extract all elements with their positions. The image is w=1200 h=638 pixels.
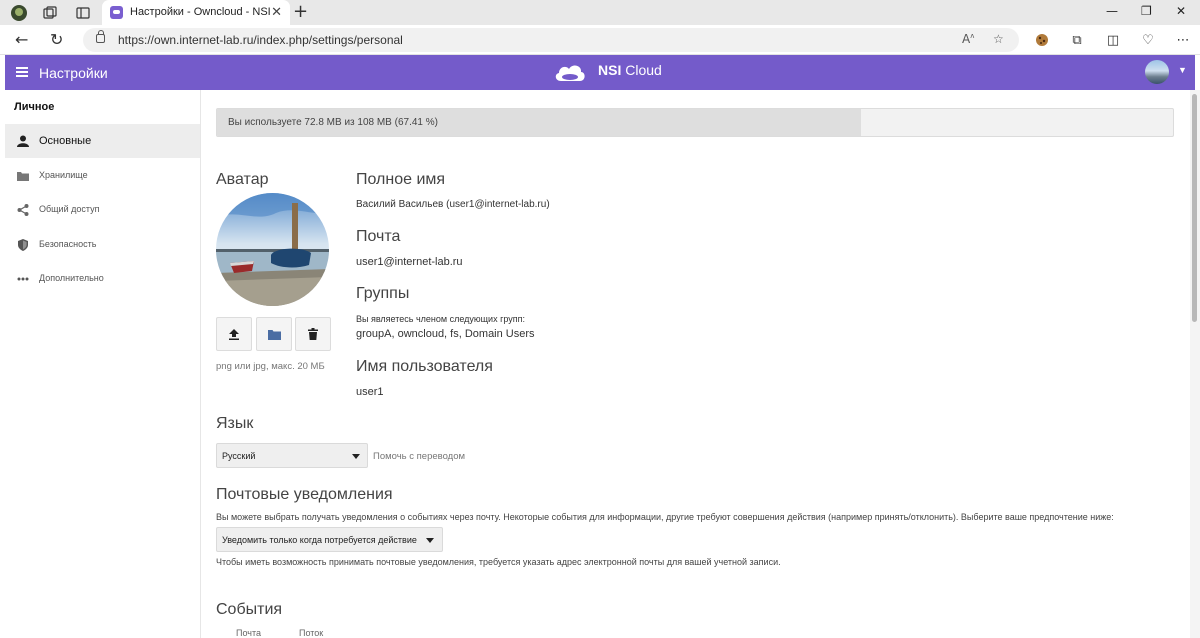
minimize-button[interactable]: — <box>1106 4 1118 18</box>
hamburger-icon[interactable] <box>16 67 28 77</box>
trash-icon <box>308 328 318 340</box>
quota-text: Вы используете 72.8 MB из 108 MB (67.41 … <box>228 117 438 128</box>
upload-icon <box>229 329 239 340</box>
remove-avatar-button[interactable] <box>295 317 331 351</box>
fullname-heading: Полное имя <box>356 171 446 188</box>
sidebar-heading: Личное <box>14 101 55 113</box>
lock-icon <box>96 30 105 43</box>
sidebar-item-label: Безопасность <box>39 239 97 249</box>
reload-button[interactable]: ↻ <box>50 30 63 49</box>
more-icon <box>17 273 29 285</box>
shield-icon <box>17 239 29 251</box>
cloud-logo-icon <box>555 65 585 81</box>
profile-icon[interactable] <box>9 3 29 23</box>
quota-bar: Вы используете 72.8 MB из 108 MB (67.41 … <box>216 108 1174 137</box>
notifications-footnote: Чтобы иметь возможность принимать почтов… <box>216 557 781 567</box>
upload-avatar-button[interactable] <box>216 317 252 351</box>
read-aloud-icon[interactable]: Aʌ <box>962 32 974 46</box>
avatar-hint: png или jpg, макс. 20 МБ <box>216 361 325 372</box>
username-value: user1 <box>356 386 384 398</box>
sidebar-item-label: Основные <box>39 135 92 147</box>
user-avatar[interactable] <box>1145 60 1169 84</box>
help-translate-link[interactable]: Помочь с переводом <box>373 451 465 462</box>
groups-value: groupA, owncloud, fs, Domain Users <box>356 328 535 340</box>
close-tab-icon[interactable]: ✕ <box>271 4 282 20</box>
chevron-down-icon <box>426 538 434 543</box>
page-scrollbar[interactable] <box>1190 90 1200 638</box>
sidebar-item-additional[interactable]: Дополнительно <box>5 262 200 296</box>
browser-tab-bar: Настройки - Owncloud - NSI ✕ + — ❐ ✕ <box>0 0 1200 25</box>
share-icon <box>17 204 29 216</box>
email-heading: Почта <box>356 228 401 245</box>
owncloud-favicon-icon <box>110 6 123 19</box>
sidebar-item-label: Дополнительно <box>39 273 104 283</box>
avatar-heading: Аватар <box>216 171 269 188</box>
favorite-star-icon[interactable]: ☆ <box>993 32 1004 46</box>
events-column-mail: Почта <box>236 628 261 638</box>
cookie-extension-icon[interactable] <box>1034 32 1050 48</box>
notifications-heading: Почтовые уведомления <box>216 486 393 503</box>
groups-intro: Вы являетесь членом следующих групп: <box>356 314 526 324</box>
browser-menu-icon[interactable]: ⋯ <box>1175 32 1191 48</box>
settings-sidebar: Личное Основные Хранилище Общий доступ Б… <box>5 90 201 638</box>
url-field[interactable]: https://own.internet-lab.ru/index.php/se… <box>83 28 1019 52</box>
language-select[interactable]: Русский <box>216 443 368 468</box>
tab-title: Настройки - Owncloud - NSI <box>130 6 271 18</box>
sidebar-item-security[interactable]: Безопасность <box>5 228 200 262</box>
app-header: Настройки NSI Cloud ▼ <box>5 55 1195 90</box>
groups-heading: Группы <box>356 285 410 302</box>
notifications-select[interactable]: Уведомить только когда потребуется дейст… <box>216 527 443 552</box>
notifications-description: Вы можете выбрать получать уведомления о… <box>216 512 1114 522</box>
sidebar-item-label: Общий доступ <box>39 204 100 214</box>
back-button[interactable]: ← <box>15 30 28 49</box>
events-column-stream: Поток <box>299 628 324 638</box>
tab-settings[interactable]: Настройки - Owncloud - NSI ✕ <box>102 0 290 25</box>
sidebar-item-label: Хранилище <box>39 170 88 180</box>
folder-icon <box>17 170 29 182</box>
tab-actions-icon[interactable] <box>73 3 93 23</box>
url-text: https://own.internet-lab.ru/index.php/se… <box>118 33 403 47</box>
email-value: user1@internet-lab.ru <box>356 256 463 268</box>
user-icon <box>17 135 29 147</box>
sidebar-item-sharing[interactable]: Общий доступ <box>5 193 200 227</box>
chevron-down-icon <box>352 454 360 459</box>
avatar-image <box>216 193 329 306</box>
new-tab-button[interactable]: + <box>293 1 308 22</box>
extensions-icon[interactable]: ⧉ <box>1069 32 1085 48</box>
close-window-button[interactable]: ✕ <box>1176 4 1186 18</box>
sidebar-item-storage[interactable]: Хранилище <box>5 159 200 193</box>
fullname-value: Василий Васильев (user1@internet-lab.ru) <box>356 199 550 210</box>
language-selected: Русский <box>222 451 256 461</box>
username-heading: Имя пользователя <box>356 358 493 375</box>
folder-icon <box>267 329 281 340</box>
brand-name[interactable]: NSI Cloud <box>598 62 662 78</box>
app-title[interactable]: Настройки <box>39 65 108 81</box>
browser-essentials-icon[interactable]: ♡ <box>1140 32 1156 48</box>
select-avatar-from-files-button[interactable] <box>256 317 292 351</box>
events-heading: События <box>216 601 283 618</box>
split-screen-icon[interactable]: ◫ <box>1105 32 1121 48</box>
workspaces-icon[interactable] <box>40 3 60 23</box>
notifications-selected: Уведомить только когда потребуется дейст… <box>222 535 417 545</box>
maximize-button[interactable]: ❐ <box>1141 4 1152 18</box>
settings-content: Вы используете 72.8 MB из 108 MB (67.41 … <box>201 90 1188 638</box>
browser-address-bar: ← ↻ https://own.internet-lab.ru/index.ph… <box>0 25 1200 55</box>
language-heading: Язык <box>216 415 254 432</box>
scrollbar-thumb[interactable] <box>1192 94 1197 322</box>
sidebar-item-general[interactable]: Основные <box>5 124 200 158</box>
chevron-down-icon[interactable]: ▼ <box>1178 65 1187 75</box>
